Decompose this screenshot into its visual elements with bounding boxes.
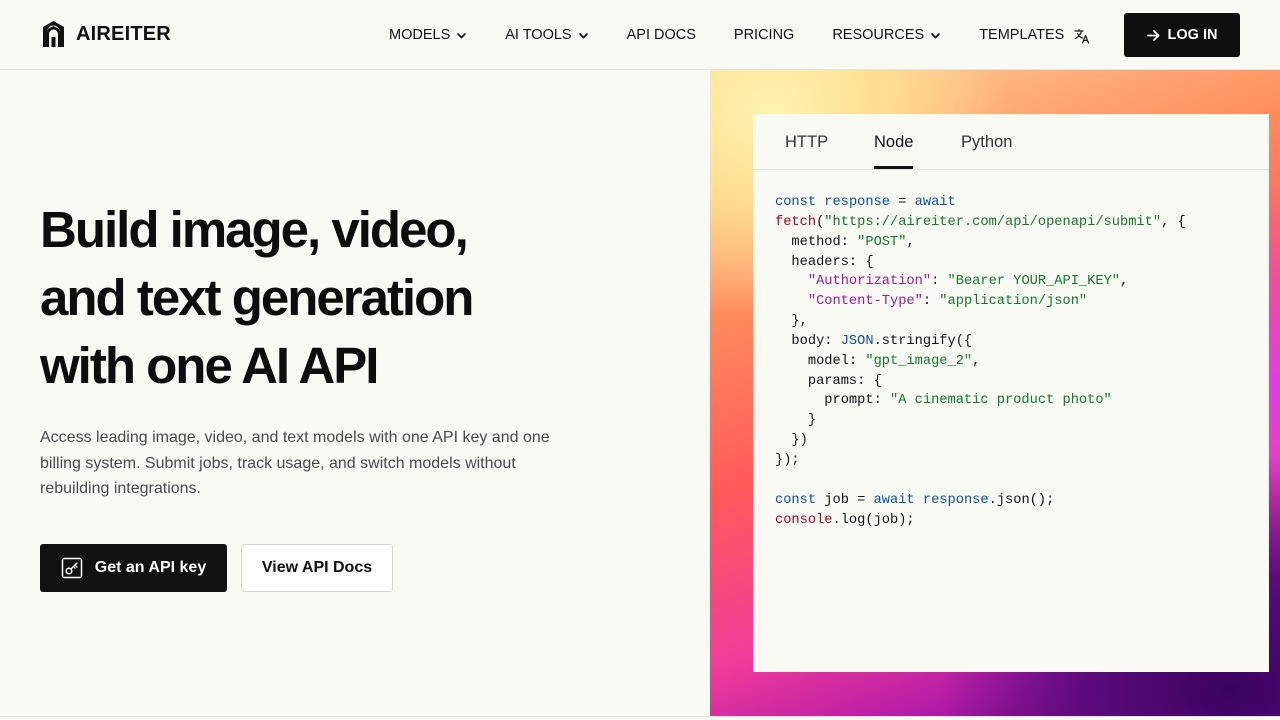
nav-item-label: TEMPLATES	[979, 27, 1065, 43]
code-token: response	[922, 492, 989, 508]
code-token: "gpt_image_2"	[865, 353, 973, 369]
chevron-down-icon	[457, 32, 467, 38]
code-token: :	[922, 294, 940, 310]
nav-item-templates[interactable]: TEMPLATES	[979, 27, 1064, 43]
code-line: method: "POST",	[775, 233, 1186, 253]
nav-item-models[interactable]: MODELS	[389, 27, 467, 43]
code-token: ,	[1120, 274, 1129, 290]
get-api-key-label: Get an API key	[94, 559, 207, 576]
code-token: "A cinematic product photo"	[890, 393, 1112, 409]
tab-node[interactable]: Node	[874, 133, 913, 152]
brand-name: AIREITER	[76, 22, 171, 45]
chevron-down-icon	[578, 32, 588, 38]
code-token: :	[931, 274, 948, 290]
hero-description: Access leading image, video, and text mo…	[40, 429, 550, 497]
code-token: body:	[775, 333, 841, 349]
nav-item-api-docs[interactable]: API DOCS	[627, 27, 696, 43]
nav-item-label: API DOCS	[626, 27, 696, 43]
code-language-tabs: HTTP Node Python	[753, 114, 1269, 170]
code-line: prompt: "A cinematic product photo"	[775, 391, 1186, 411]
main-nav: MODELS AI TOOLS API DOCS PRICING RESOURCES TE…	[389, 0, 1102, 70]
login-label: LOG IN	[1167, 27, 1218, 43]
code-token: model:	[775, 353, 866, 369]
code-line: params: {	[775, 372, 1186, 392]
code-line: const response = await	[775, 193, 1186, 213]
translate-icon[interactable]	[1073, 27, 1091, 45]
code-line: body: JSON.stringify({	[775, 332, 1186, 352]
code-token: job =	[816, 492, 874, 508]
arrow-right-icon	[1146, 29, 1159, 41]
tab-python[interactable]: Python	[961, 133, 1012, 152]
hero-title-line: Build image, video,	[40, 201, 469, 258]
code-token: await	[873, 492, 915, 508]
tab-http[interactable]: HTTP	[785, 133, 828, 152]
login-button[interactable]: LOG IN	[1124, 13, 1240, 57]
code-token: "application/json"	[939, 294, 1088, 310]
code-token: })	[775, 433, 808, 449]
code-token: .stringify({	[873, 333, 973, 349]
view-api-docs-button[interactable]: View API Docs	[241, 544, 393, 592]
code-line: headers: {	[775, 253, 1186, 273]
code-line: })	[775, 431, 1186, 451]
hero-title-line: and text generation	[40, 269, 474, 326]
active-tab-indicator	[874, 166, 913, 169]
brand-logo[interactable]: AIREITER	[40, 20, 171, 48]
code-token: });	[775, 452, 800, 468]
code-token: fetch	[775, 214, 817, 230]
nav-item-label: AI TOOLS	[505, 27, 572, 43]
code-token: , {	[1161, 214, 1186, 230]
code-line: "Content-Type": "application/json"	[775, 292, 1186, 312]
get-api-key-button[interactable]: Get an API key	[40, 544, 227, 592]
code-token: "Content-Type"	[807, 294, 923, 310]
code-token: const	[775, 195, 825, 210]
code-line: "Authorization": "Bearer YOUR_API_KEY",	[775, 272, 1186, 292]
nav-item-label: MODELS	[389, 27, 451, 43]
code-line: const job = await response.json();	[775, 491, 1186, 511]
hero-title-line: with one AI API	[40, 337, 379, 394]
chevron-down-icon	[931, 32, 940, 38]
code-token: =	[890, 195, 915, 210]
code-block: const response = await fetch("https://air…	[775, 193, 1186, 530]
code-token: }	[775, 413, 817, 429]
code-line: });	[775, 451, 1186, 471]
nav-item-pricing[interactable]: PRICING	[734, 27, 794, 43]
code-token: "POST"	[857, 234, 907, 250]
code-token: },	[775, 314, 808, 330]
code-line: model: "gpt_image_2",	[775, 352, 1186, 372]
code-example-panel: HTTP Node Python const response = await f…	[753, 114, 1269, 672]
code-token: prompt:	[775, 393, 890, 409]
code-token: console	[775, 512, 833, 528]
code-line: }	[775, 411, 1186, 431]
key-icon	[61, 557, 83, 579]
nav-item-label: RESOURCES	[832, 27, 925, 43]
code-token: .json();	[988, 492, 1055, 508]
code-token: response	[824, 195, 891, 210]
code-token: JSON	[840, 333, 874, 349]
code-token: ,	[972, 353, 981, 369]
site-header: AIREITER MODELS AI TOOLS API DOCS PRICING RE…	[0, 0, 1280, 70]
code-line: },	[775, 312, 1186, 332]
code-token: "Bearer YOUR_API_KEY"	[947, 274, 1121, 290]
code-token: headers: {	[775, 254, 874, 270]
nav-item-label: PRICING	[733, 27, 795, 43]
code-token: const	[775, 492, 817, 508]
code-line: ​	[775, 471, 1186, 491]
code-token: "https://aireiter.com/api/openapi/submit…	[824, 214, 1162, 230]
brand-logo-icon	[43, 21, 64, 47]
code-token: "Authorization"	[807, 274, 932, 290]
code-token: ,	[906, 234, 915, 250]
code-line: console.log(job);	[775, 511, 1186, 531]
page-bottom-divider	[0, 716, 1280, 720]
hero-title: Build image, video, and text generation …	[40, 196, 680, 400]
code-token: params: {	[775, 373, 882, 389]
code-line: fetch("https://aireiter.com/api/openapi/…	[775, 213, 1186, 233]
code-token: method:	[775, 234, 858, 250]
code-token: await	[914, 195, 956, 210]
nav-item-ai-tools[interactable]: AI TOOLS	[505, 27, 588, 43]
code-token: .log(job);	[832, 512, 915, 528]
nav-item-resources[interactable]: RESOURCES	[832, 27, 941, 43]
